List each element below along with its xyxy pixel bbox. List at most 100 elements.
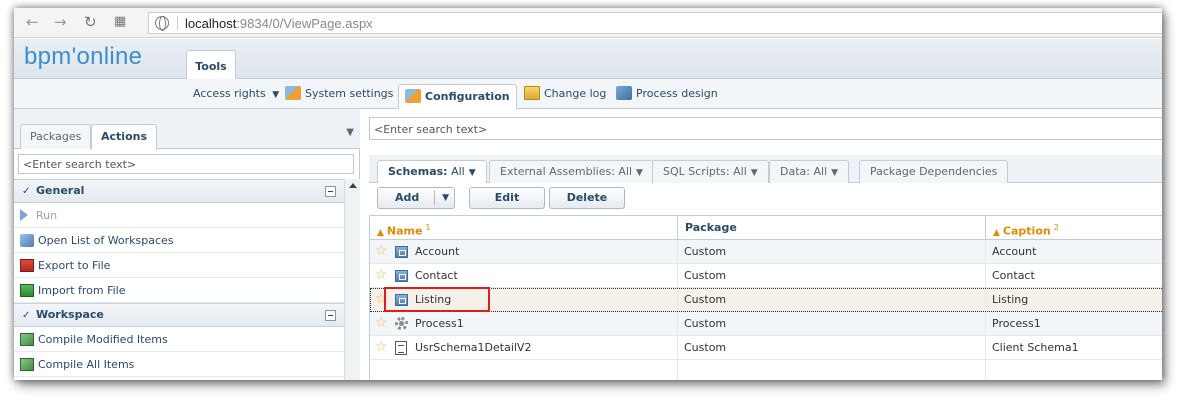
cell-package: Custom — [678, 240, 986, 264]
action-import-from-file[interactable]: Import from File — [14, 278, 344, 303]
change-log-button[interactable]: Change log — [524, 79, 606, 109]
empty-cell — [370, 360, 678, 380]
tab-external-assemblies-label: External Assemblies: — [500, 165, 615, 178]
action-open-list-of-workspaces[interactable]: Open List of Workspaces — [14, 228, 344, 253]
chevron-down-icon: ✓ — [22, 310, 31, 321]
tab-tools[interactable]: Tools — [186, 50, 236, 80]
chevron-down-icon: ▼ — [750, 168, 758, 178]
tab-sql-scripts[interactable]: SQL Scripts: All ▼ — [652, 160, 769, 183]
browser-toolbar: ← → ↻ ▦ localhost:9834/0/ViewPage.aspx — [14, 8, 1162, 38]
cell-package: Custom — [678, 312, 986, 336]
system-settings-icon — [285, 86, 301, 100]
favorite-star-icon[interactable]: ☆ — [375, 268, 388, 282]
delete-button[interactable]: Delete — [549, 187, 625, 209]
column-caption[interactable]: ▲ Caption 2 — [986, 216, 1162, 240]
app-window: ← → ↻ ▦ localhost:9834/0/ViewPage.aspx b… — [14, 8, 1162, 380]
back-icon[interactable]: ← — [26, 14, 39, 30]
button-split-divider — [434, 191, 435, 205]
app-header: bpm'online Tools — [14, 39, 1162, 80]
actions-scrollbar[interactable] — [344, 179, 360, 380]
cell-name-text: Account — [415, 245, 460, 258]
actions-search-input[interactable]: <Enter search text> — [18, 154, 354, 174]
table-row[interactable]: ☆ UsrSchema1DetailV2 Custom Client Schem… — [370, 336, 1162, 360]
scroll-up-icon[interactable] — [349, 183, 357, 188]
chevron-down-icon: ▼ — [272, 90, 280, 100]
action-compile-modified-items[interactable]: Compile Modified Items — [14, 327, 344, 352]
schema-actions-bar: Add ▼ Edit Delete — [369, 183, 1162, 213]
tab-package-dependencies[interactable]: Package Dependencies — [859, 160, 1009, 183]
reload-icon[interactable]: ↻ — [84, 14, 97, 30]
cell-name: ☆ Contact — [370, 264, 678, 288]
apps-icon[interactable]: ▦ — [114, 14, 126, 30]
cell-package: Custom — [678, 288, 986, 312]
group-workspace[interactable]: ✓ Workspace — [14, 303, 344, 327]
chevron-down-icon: ▼ — [636, 168, 643, 178]
collapse-icon[interactable] — [325, 186, 336, 197]
tab-sql-scripts-filter: All — [733, 165, 747, 178]
url-text[interactable]: localhost:9834/0/ViewPage.aspx — [185, 16, 373, 31]
left-panel-tabs: Packages Actions ▼ — [14, 109, 360, 150]
cell-name-text: Contact — [415, 269, 458, 282]
group-workspace-title: Workspace — [36, 308, 104, 321]
schemas-search-input[interactable]: <Enter search text> — [369, 117, 1162, 140]
table-row[interactable]: ☆ Account Custom Account — [370, 240, 1162, 264]
process-design-label: Process design — [636, 87, 718, 100]
process-design-button[interactable]: Process design — [616, 79, 718, 109]
change-log-icon — [524, 86, 540, 100]
action-compile-all-items[interactable]: Compile All Items — [14, 352, 344, 377]
site-info-icon[interactable] — [155, 16, 169, 31]
system-settings-button[interactable]: System settings — [285, 79, 393, 109]
panel-menu-icon[interactable]: ▼ — [346, 127, 354, 138]
collapse-icon[interactable] — [325, 310, 336, 321]
forward-icon[interactable]: → — [54, 14, 67, 30]
tab-schemas[interactable]: Schemas: All ▼ — [377, 160, 487, 184]
action-compile-modified-label: Compile Modified Items — [38, 333, 168, 346]
action-open-workspaces-label: Open List of Workspaces — [38, 234, 174, 247]
tab-external-assemblies-filter: All — [618, 165, 633, 178]
cell-caption: Account — [992, 245, 1037, 258]
favorite-star-icon[interactable]: ☆ — [375, 316, 388, 330]
table-row[interactable]: ☆ Contact Custom Contact — [370, 264, 1162, 288]
tab-data-label: Data: — [780, 165, 810, 178]
access-rights-label: Access rights — [193, 87, 266, 100]
favorite-star-icon[interactable]: ☆ — [375, 244, 388, 258]
import-icon — [20, 283, 34, 297]
system-settings-label: System settings — [305, 87, 394, 100]
action-export-label: Export to File — [38, 259, 111, 272]
cell-name-text: Process1 — [415, 317, 464, 330]
sort-asc-icon: ▲ — [377, 227, 384, 238]
group-general[interactable]: ✓ General — [14, 179, 344, 203]
cell-caption: Process1 — [992, 317, 1041, 330]
column-name[interactable]: ▲ Name 1 — [370, 216, 678, 240]
workspaces-icon — [20, 233, 34, 247]
tab-schemas-filter: All — [451, 165, 465, 178]
table-row[interactable]: ☆ Process1 Custom Process1 — [370, 312, 1162, 336]
tab-actions[interactable]: Actions — [91, 124, 157, 150]
cell-caption: Listing — [992, 293, 1029, 306]
access-rights-menu[interactable]: Access rights ▼ — [193, 79, 279, 109]
change-log-label: Change log — [544, 87, 607, 100]
configuration-tab[interactable]: Configuration — [398, 84, 517, 110]
tab-packages[interactable]: Packages — [20, 124, 92, 149]
cell-name: ☆ UsrSchema1DetailV2 — [370, 336, 678, 360]
tab-data[interactable]: Data: All ▼ — [769, 160, 850, 183]
schemas-grid: ▲ Name 1 Package ▲ Caption 2 ☆ Account Custo… — [369, 215, 1162, 380]
cell-package: Custom — [678, 264, 986, 288]
process-icon — [395, 317, 408, 330]
action-run[interactable]: Run — [14, 203, 344, 228]
edit-button[interactable]: Edit — [469, 187, 545, 209]
action-run-label: Run — [36, 209, 58, 222]
configuration-icon — [405, 89, 421, 103]
column-name-sort-index: 1 — [425, 223, 431, 232]
column-package[interactable]: Package — [678, 216, 986, 240]
favorite-star-icon[interactable]: ☆ — [375, 340, 388, 354]
add-button[interactable]: Add ▼ — [377, 187, 455, 209]
chevron-down-icon[interactable]: ▼ — [442, 188, 449, 208]
address-bar[interactable]: localhost:9834/0/ViewPage.aspx — [148, 12, 1162, 34]
tab-external-assemblies[interactable]: External Assemblies: All ▼ — [489, 160, 654, 183]
empty-row — [370, 360, 1162, 380]
action-export-to-file[interactable]: Export to File — [14, 253, 344, 278]
tab-data-filter: All — [813, 165, 828, 178]
schemas-panel: <Enter search text> Schemas: All ▼ Extern… — [361, 109, 1162, 380]
actions-list: ✓ General Run Open List of Workspaces Exp… — [14, 179, 344, 380]
